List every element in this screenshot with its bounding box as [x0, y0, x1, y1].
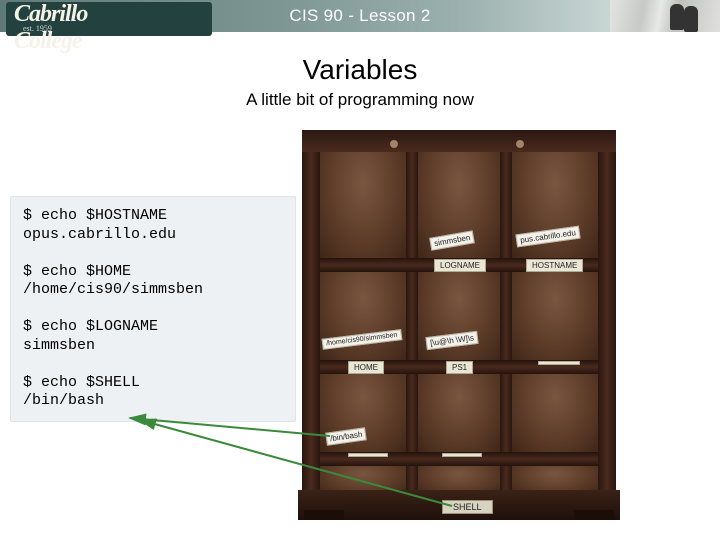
- cubby-name-label: LOGNAME: [434, 259, 486, 272]
- cubby-name-label: [442, 453, 482, 457]
- cubby-name-label: HOSTNAME: [526, 259, 583, 272]
- terminal-block: $ echo $HOME /home/cis90/simmsben: [23, 263, 283, 301]
- terminal-block: $ echo $SHELL /bin/bash: [23, 374, 283, 412]
- cubby-name-label: HOME: [348, 361, 384, 374]
- cubby-name-label: [348, 453, 388, 457]
- bookshelf-image: simmsben pus.cabrillo.edu /home/cis90/si…: [302, 130, 616, 520]
- college-logo: Cabrillo College est. 1959: [6, 2, 212, 36]
- slide-title: Variables: [0, 54, 720, 86]
- cubby-name-label: PS1: [446, 361, 473, 374]
- logo-subtext: est. 1959: [23, 24, 52, 33]
- terminal-snippet: $ echo $HOSTNAME opus.cabrillo.edu $ ech…: [10, 196, 296, 422]
- slide-subtitle: A little bit of programming now: [0, 90, 720, 110]
- shelf-base-label: SHELL: [442, 500, 493, 514]
- terminal-block: $ echo $HOSTNAME opus.cabrillo.edu: [23, 207, 283, 245]
- terminal-block: $ echo $LOGNAME simmsben: [23, 318, 283, 356]
- cubby-name-label: [538, 361, 580, 365]
